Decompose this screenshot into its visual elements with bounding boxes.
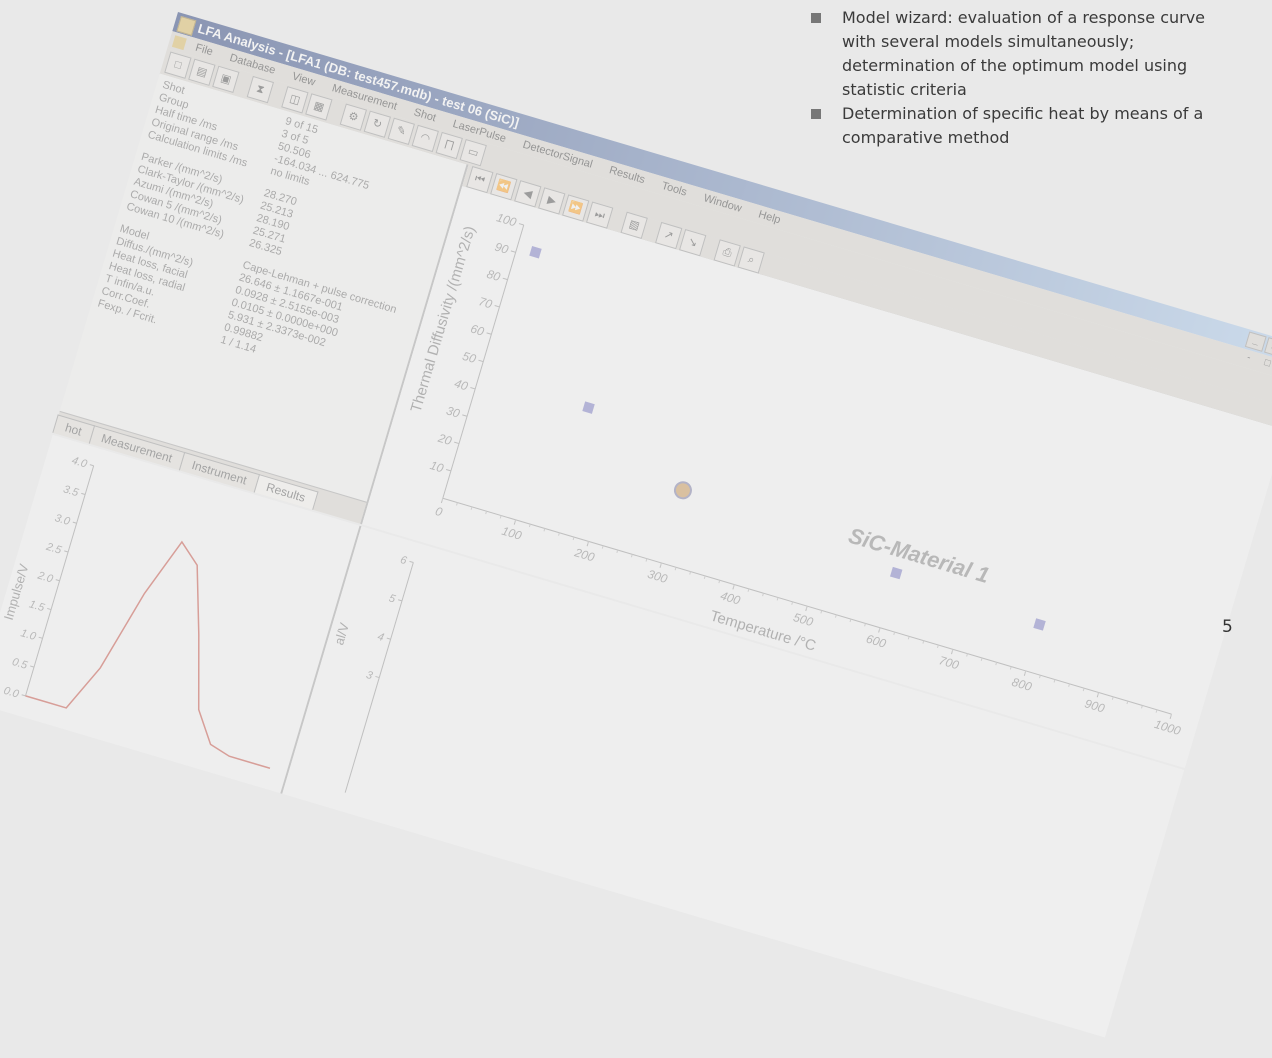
screenshot-scene: LFA Analysis - [LFA1 (DB: test457.mdb) -…: [0, 0, 1272, 1038]
hourglass-icon[interactable]: ⧗: [246, 75, 275, 104]
tile-vertical-icon[interactable]: ▦: [305, 93, 333, 121]
bullet-square-icon: [811, 109, 821, 119]
eraser-icon[interactable]: ▭: [459, 138, 487, 167]
y-tick-label: 4.0: [70, 455, 89, 471]
y-tick-mark: [409, 560, 414, 563]
new-icon[interactable]: □: [164, 51, 192, 79]
y-tick-mark: [386, 637, 391, 640]
y-axis-label: Impulse/V: [1, 562, 32, 622]
y-tick-mark: [398, 599, 403, 602]
chart-layer: 3 4 5 6: [344, 554, 414, 793]
toolbar-separator: [706, 247, 714, 249]
save-icon[interactable]: ▣: [212, 65, 240, 94]
refresh-icon[interactable]: ↻: [363, 110, 392, 138]
lfa-analysis-window: LFA Analysis - [LFA1 (DB: test457.mdb) -…: [0, 12, 1272, 1038]
y-tick-mark: [64, 550, 69, 553]
y-tick-label: 3.0: [53, 512, 72, 528]
y-tick-mark: [375, 675, 380, 679]
y-tick-mark: [89, 464, 94, 467]
y-tick-label: 4: [376, 631, 385, 644]
y-tick-label: 1.0: [19, 627, 38, 643]
bullet-text: Model wizard: evaluation of a response c…: [842, 8, 1206, 99]
bullet-text: Determination of specific heat by means …: [842, 104, 1204, 147]
document-icon: [171, 35, 187, 51]
y-tick-label: 0.0: [2, 685, 21, 701]
slide-bullet-list: Model wizard: evaluation of a response c…: [808, 6, 1228, 150]
toolbar-separator: [274, 94, 282, 96]
toolbar-separator: [648, 229, 656, 231]
y-tick-mark: [38, 636, 43, 639]
impulse-series-line: [25, 540, 271, 769]
bullet-item: Determination of specific heat by means …: [808, 102, 1228, 150]
y-tick-mark: [81, 492, 86, 495]
y-tick-mark: [55, 579, 60, 582]
bullet-item: Model wizard: evaluation of a response c…: [808, 6, 1228, 102]
page-number: 5: [1222, 617, 1233, 637]
pen-icon[interactable]: ✎: [387, 117, 415, 146]
settings-icon[interactable]: ⚙: [339, 103, 368, 131]
tile-horizontal-icon[interactable]: ◫: [281, 86, 309, 114]
y-tick-label: 5: [387, 592, 397, 605]
y-tick-label: 3.5: [62, 483, 81, 499]
client-area: Shot 9 of 15 Group 3 of 5 Half time /ms 50.…: [0, 73, 1272, 1038]
y-tick-mark: [72, 521, 77, 524]
pulse-icon[interactable]: ⨅: [435, 131, 463, 160]
arc-icon[interactable]: ◠: [411, 124, 439, 153]
y-tick-label: 2.0: [35, 569, 55, 585]
y-tick-label: 6: [399, 554, 409, 567]
toolbar-separator: [613, 219, 621, 221]
y-tick-mark: [47, 607, 52, 611]
y-tick-label: 1.5: [28, 598, 47, 614]
open-folder-icon[interactable]: ▤: [188, 58, 216, 86]
toolbar-separator: [239, 83, 247, 85]
y-tick-label: 2.5: [44, 541, 64, 557]
y-tick-label: 0.5: [11, 656, 30, 672]
bullet-square-icon: [811, 13, 821, 23]
y-axis-label: al/V: [331, 621, 352, 647]
minimize-button[interactable]: _: [1244, 331, 1267, 352]
y-tick-label: 3: [365, 669, 375, 682]
y-tick-mark: [30, 665, 35, 668]
y-tick-mark: [21, 694, 26, 697]
toolbar-separator: [332, 111, 340, 113]
